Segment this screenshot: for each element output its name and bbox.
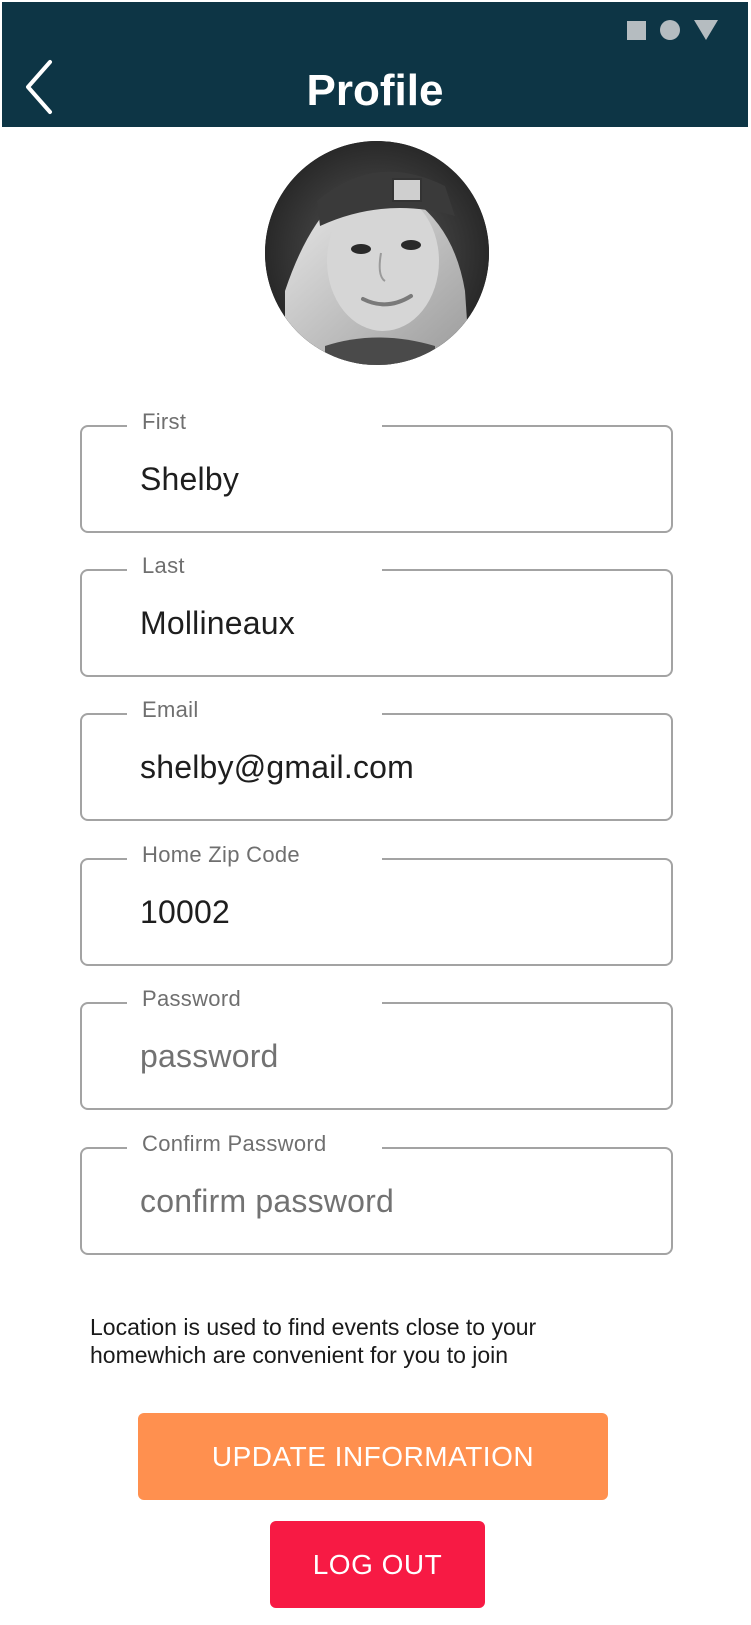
zip-code-input[interactable] (140, 888, 640, 936)
avatar-photo (265, 141, 489, 365)
zip-code-field: Home Zip Code (80, 840, 673, 966)
first-name-field: First (80, 407, 673, 533)
password-label: Password (127, 984, 382, 1014)
zip-code-label: Home Zip Code (127, 840, 382, 870)
last-name-input[interactable] (140, 599, 640, 647)
first-name-label: First (127, 407, 382, 437)
confirm-password-input[interactable] (140, 1177, 640, 1225)
confirm-password-label: Confirm Password (127, 1129, 382, 1159)
status-bar (627, 20, 718, 40)
circle-icon (660, 20, 680, 40)
app-header: Profile (2, 2, 748, 127)
email-field: Email (80, 695, 673, 821)
last-name-field: Last (80, 551, 673, 677)
email-input[interactable] (140, 743, 640, 791)
password-input[interactable] (140, 1032, 640, 1080)
email-label: Email (127, 695, 382, 725)
confirm-password-field: Confirm Password (80, 1129, 673, 1255)
profile-screen: Profile First Shelby Last Mollineaux Ema… (0, 0, 751, 1625)
avatar[interactable] (265, 141, 489, 365)
first-name-input[interactable] (140, 455, 640, 503)
square-icon (627, 20, 646, 40)
password-field: Password (80, 984, 673, 1110)
update-information-button[interactable]: UPDATE INFORMATION (138, 1413, 608, 1500)
log-out-button[interactable]: LOG OUT (270, 1521, 485, 1608)
last-name-label: Last (127, 551, 382, 581)
page-title: Profile (306, 66, 444, 115)
triangle-icon (694, 20, 718, 40)
location-info-text: Location is used to find events close to… (90, 1314, 537, 1368)
